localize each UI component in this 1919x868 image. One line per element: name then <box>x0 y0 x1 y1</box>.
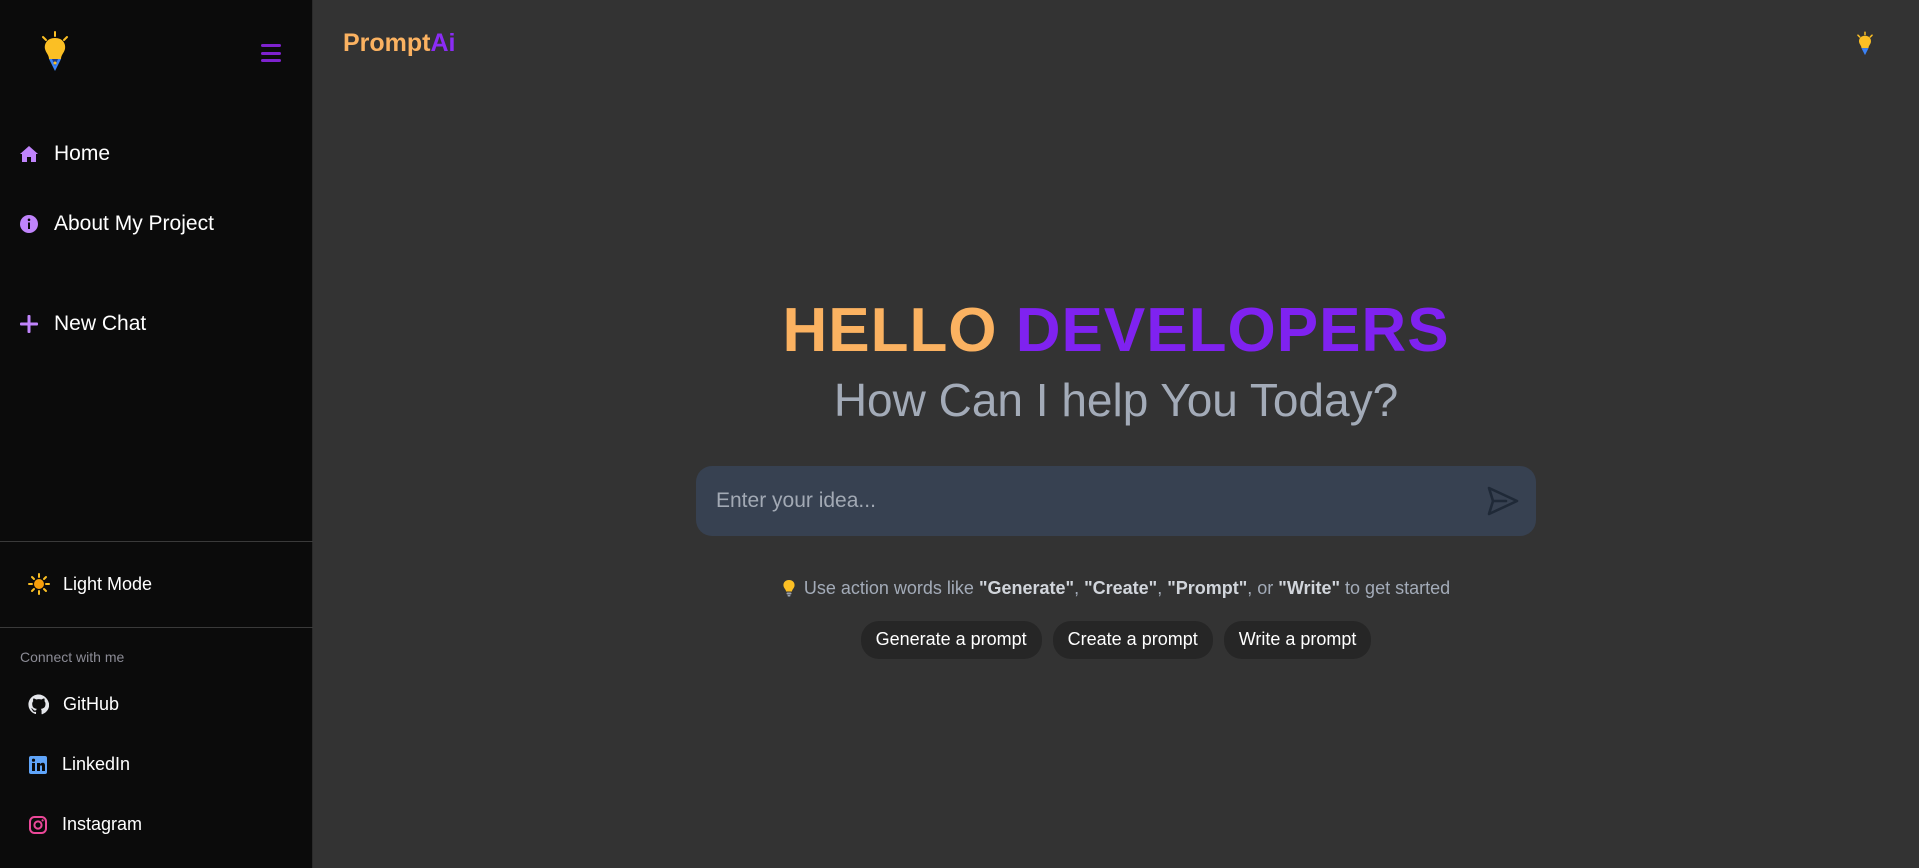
sidebar-item-about[interactable]: About My Project <box>18 212 214 236</box>
menu-line <box>261 44 281 47</box>
chip-create-prompt[interactable]: Create a prompt <box>1052 621 1213 659</box>
linkedin-icon <box>29 755 47 774</box>
sidebar-item-home[interactable]: Home <box>18 142 110 166</box>
hint-word-create: "Create" <box>1084 578 1158 598</box>
hint-word-write: "Write" <box>1278 578 1341 598</box>
chip-write-prompt[interactable]: Write a prompt <box>1223 621 1372 659</box>
info-icon <box>18 213 40 235</box>
hint-sep: , <box>1074 578 1085 598</box>
hero-title: HELLO DEVELOPERS <box>313 295 1919 366</box>
light-mode-label: Light Mode <box>63 573 153 594</box>
lightbulb-icon <box>783 580 795 597</box>
hero-title-hello: HELLO <box>782 296 998 365</box>
home-icon <box>18 143 40 165</box>
hero-subtitle: How Can I help You Today? <box>833 374 1399 426</box>
sidebar-item-label: Home <box>54 142 111 165</box>
brand-part-ai: Ai <box>430 29 456 57</box>
hamburger-icon[interactable] <box>258 42 284 64</box>
divider <box>0 627 313 628</box>
hint-sep: , <box>1157 578 1168 598</box>
menu-line <box>261 51 281 55</box>
hint-sep: , or <box>1247 578 1279 598</box>
instagram-link[interactable]: Instagram <box>28 814 142 835</box>
prompt-input-box <box>696 466 1536 536</box>
hint-text: Use action words like "Generate", "Creat… <box>313 578 1919 599</box>
chip-generate-prompt[interactable]: Generate a prompt <box>860 621 1042 659</box>
linkedin-link[interactable]: LinkedIn <box>28 754 130 775</box>
github-label: GitHub <box>63 694 120 714</box>
prompt-input[interactable] <box>696 466 1456 536</box>
connect-heading: Connect with me <box>20 649 125 665</box>
sidebar-item-new-chat[interactable]: New Chat <box>18 312 146 336</box>
hint-word-prompt: "Prompt" <box>1167 578 1248 598</box>
lightbulb-pen-icon[interactable] <box>1855 31 1875 57</box>
github-icon <box>28 694 49 715</box>
lightbulb-pen-icon[interactable] <box>38 30 72 74</box>
hint-prefix: Use action words like <box>803 578 979 598</box>
plus-icon <box>18 313 40 335</box>
menu-line <box>261 59 281 62</box>
light-mode-toggle[interactable]: Light Mode <box>28 573 152 595</box>
instagram-label: Instagram <box>62 814 143 834</box>
instagram-icon <box>29 815 47 834</box>
sun-icon <box>28 573 50 595</box>
sidebar-item-label: About My Project <box>54 212 214 235</box>
linkedin-label: LinkedIn <box>62 754 131 774</box>
suggestion-chips: Generate a prompt Create a prompt Write … <box>313 621 1919 659</box>
brand-title: PromptAi <box>343 29 456 58</box>
hero-title-developers: DEVELOPERS <box>1015 296 1450 365</box>
send-icon[interactable] <box>1486 484 1520 518</box>
sidebar: Home About My Project New Chat Light Mod… <box>0 0 313 868</box>
github-link[interactable]: GitHub <box>28 694 119 715</box>
hint-word-generate: "Generate" <box>978 578 1075 598</box>
divider <box>0 541 313 542</box>
hint-suffix: to get started <box>1340 578 1451 598</box>
sidebar-item-label: New Chat <box>54 312 147 335</box>
brand-part-prompt: Prompt <box>343 29 431 57</box>
